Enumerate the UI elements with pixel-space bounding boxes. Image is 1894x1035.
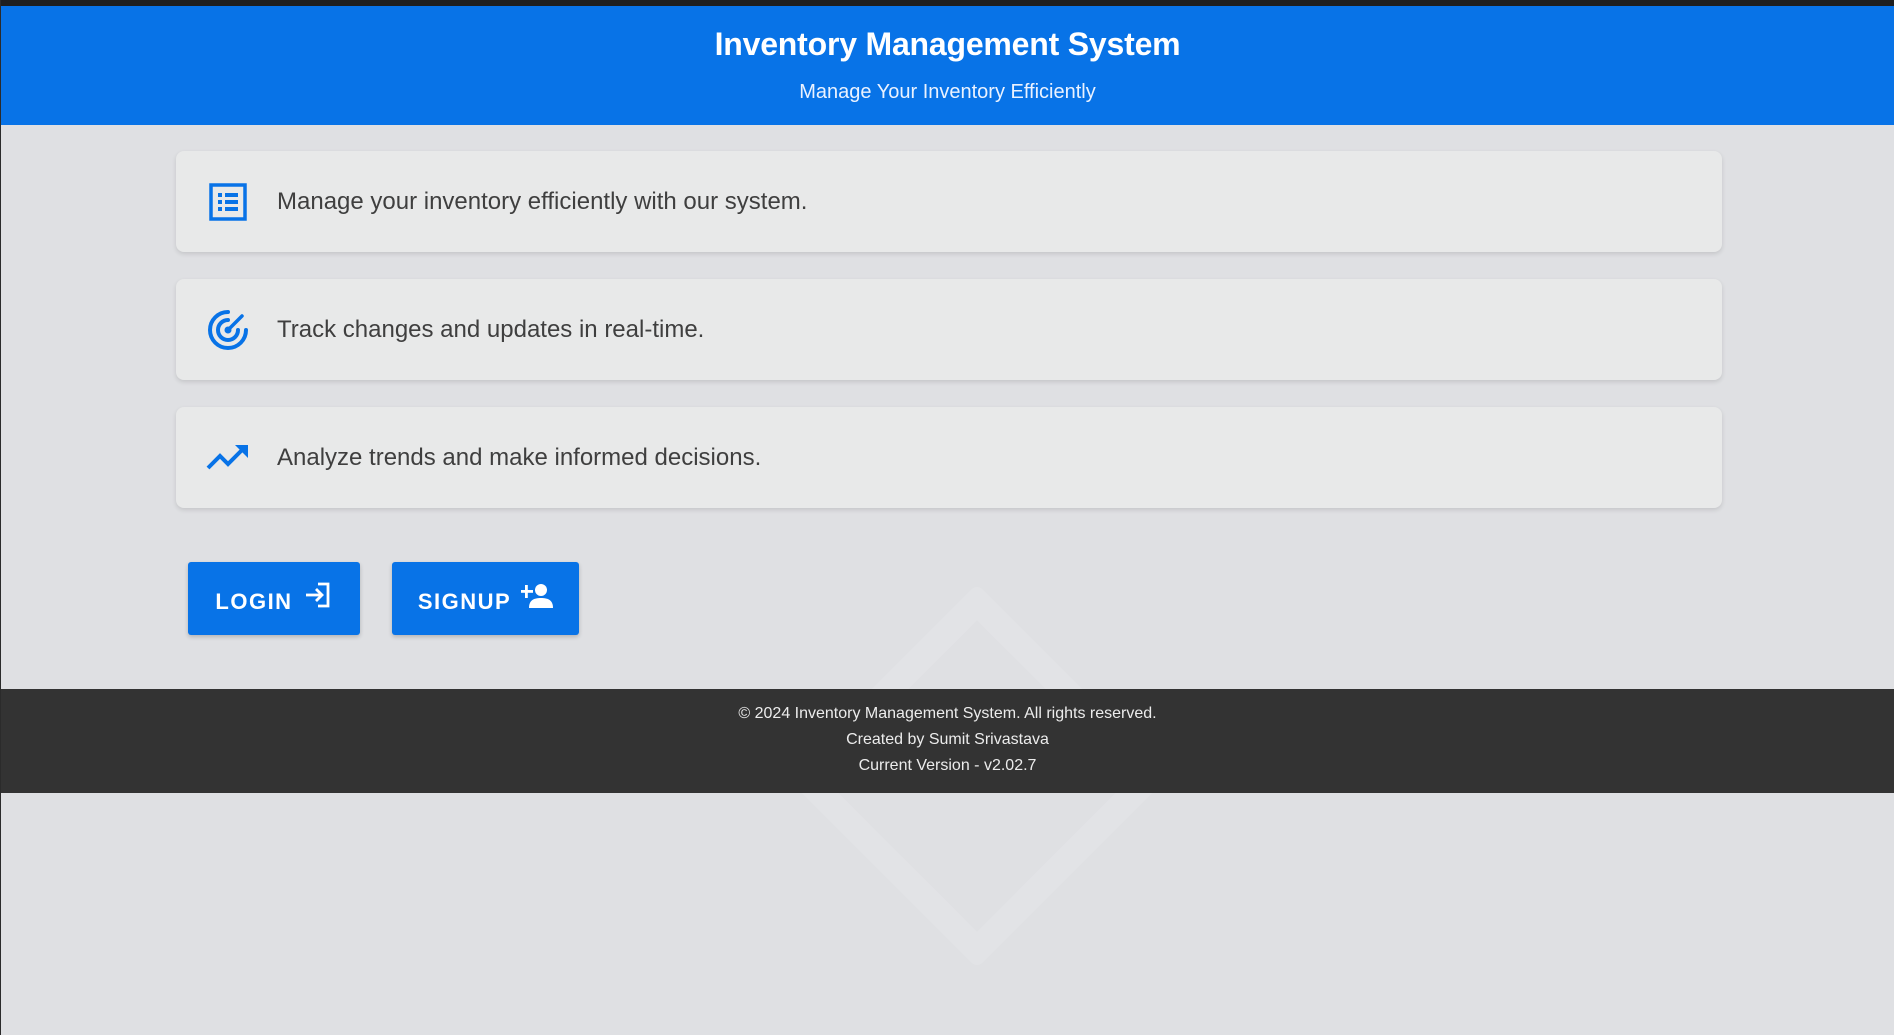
page-subtitle: Manage Your Inventory Efficiently bbox=[799, 81, 1096, 103]
page-footer: © 2024 Inventory Management System. All … bbox=[1, 689, 1894, 793]
footer-version: Current Version - v2.02.7 bbox=[858, 757, 1037, 774]
footer-created-by: Created by Sumit Srivastava bbox=[846, 731, 1049, 748]
feature-text: Track changes and updates in real-time. bbox=[277, 315, 705, 343]
radar-icon bbox=[205, 307, 251, 353]
login-button-label: LOGIN bbox=[215, 588, 293, 614]
feature-card-track: Track changes and updates in real-time. bbox=[176, 279, 1722, 380]
person-add-icon bbox=[521, 582, 554, 608]
list-icon bbox=[205, 179, 251, 225]
login-button[interactable]: LOGIN bbox=[188, 562, 360, 635]
feature-card-analyze: Analyze trends and make informed decisio… bbox=[176, 407, 1722, 508]
login-icon bbox=[303, 580, 333, 610]
signup-button[interactable]: SIGNUP bbox=[392, 562, 579, 635]
page-header: Inventory Management System Manage Your … bbox=[1, 6, 1894, 125]
page-title: Inventory Management System bbox=[714, 26, 1181, 62]
feature-text: Manage your inventory efficiently with o… bbox=[277, 187, 808, 215]
feature-card-manage: Manage your inventory efficiently with o… bbox=[176, 151, 1722, 252]
signup-button-label: SIGNUP bbox=[417, 588, 512, 614]
feature-text: Analyze trends and make informed decisio… bbox=[277, 443, 762, 471]
trending-up-icon bbox=[205, 435, 251, 481]
footer-copyright: © 2024 Inventory Management System. All … bbox=[738, 705, 1157, 722]
